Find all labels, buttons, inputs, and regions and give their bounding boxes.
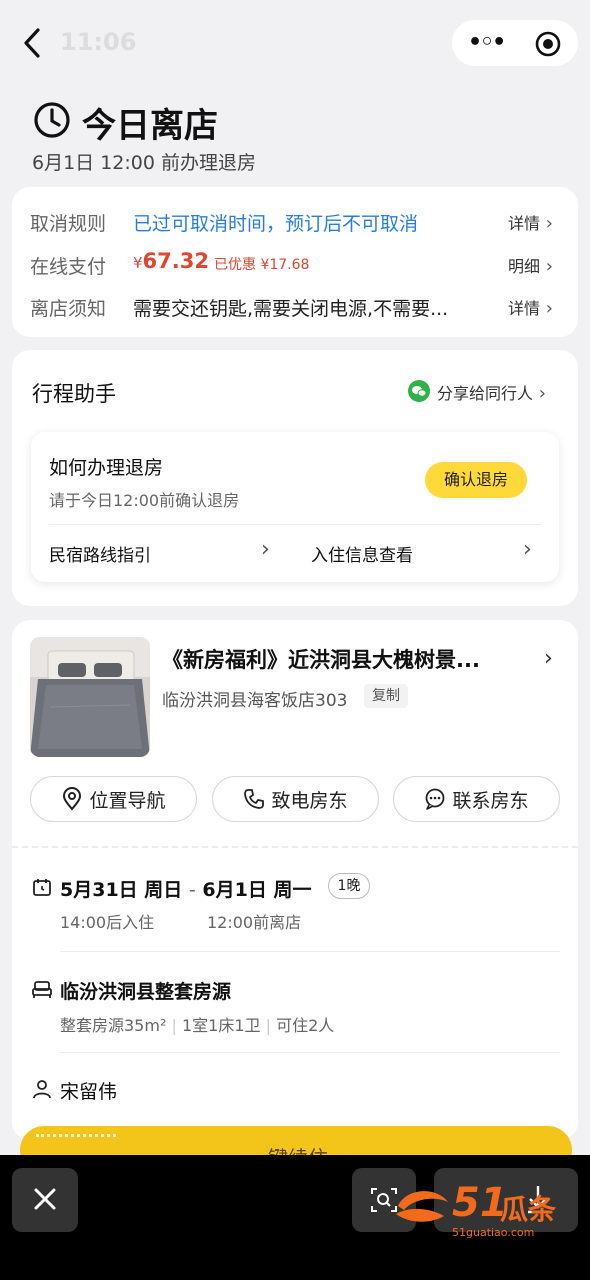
watermark-text: 瓜条 xyxy=(500,1193,557,1226)
checkin-date: 5月31日 周日 xyxy=(60,879,183,901)
share-label: 分享给同行人 xyxy=(437,384,534,403)
status-time: 11:06 xyxy=(60,28,137,56)
phone-icon xyxy=(244,789,265,809)
route-guide-link[interactable]: 民宿路线指引 › xyxy=(49,537,279,566)
confirm-checkout-button[interactable]: 确认退房 xyxy=(425,462,527,498)
share-button[interactable]: 分享给同行人 › xyxy=(437,380,546,404)
divider xyxy=(49,524,541,525)
notice-detail-link[interactable]: 详情 › xyxy=(508,295,553,319)
payment-detail-label: 明细 xyxy=(508,257,541,276)
contact-host-label: 联系房东 xyxy=(452,789,529,812)
divider xyxy=(60,951,560,952)
checkin-time: 14:00后入住 xyxy=(60,913,155,932)
notice-value: 需要交还钥匙,需要关闭电源,不需要... xyxy=(133,298,449,320)
property-name[interactable]: 《新房福利》近洪洞县大槐树景... xyxy=(162,644,480,674)
call-host-label: 致电房东 xyxy=(271,789,348,812)
notice-label: 离店须知 xyxy=(30,298,107,320)
room-capacity: 可住2人 xyxy=(276,1016,335,1035)
back-arrow-icon[interactable] xyxy=(18,26,48,60)
cancel-detail-label: 详情 xyxy=(508,214,541,233)
notice-detail-label: 详情 xyxy=(508,299,541,318)
chevron-right-icon: › xyxy=(261,537,270,562)
contact-host-button[interactable]: 联系房东 xyxy=(393,776,560,822)
close-target-icon[interactable] xyxy=(534,30,562,58)
room-photo[interactable] xyxy=(30,637,150,757)
cancel-rule-label: 取消规则 xyxy=(30,213,107,235)
watermark-logo-icon xyxy=(396,1191,448,1222)
checkin-info-label: 入住信息查看 xyxy=(311,546,413,566)
property-address: 临汾洪洞县海客饭店303 xyxy=(162,691,348,711)
call-host-button[interactable]: 致电房东 xyxy=(212,776,379,822)
assistant-title: 行程助手 xyxy=(32,382,116,406)
copy-button[interactable]: 复制 xyxy=(364,684,408,708)
date-separator: - xyxy=(188,879,196,901)
divider xyxy=(60,1052,560,1053)
room-details: 整套房源35m² | 1室1床1卫 | 可住2人 xyxy=(60,1012,334,1036)
cancel-rule-value: 已过可取消时间，预订后不可取消 xyxy=(133,213,419,235)
page-title: 今日离店 xyxy=(82,106,218,146)
navigate-label: 位置导航 xyxy=(89,789,166,812)
guest-name: 宋留伟 xyxy=(60,1081,118,1103)
location-pin-icon xyxy=(63,787,82,811)
chevron-right-icon: › xyxy=(540,213,553,234)
nights-badge: 1晚 xyxy=(328,873,370,899)
currency-symbol: ¥ xyxy=(133,254,143,272)
calendar-icon xyxy=(33,879,51,896)
chat-bubble-icon xyxy=(426,788,445,810)
checkout-deadline: 6月1日 12:00 前办理退房 xyxy=(32,152,257,174)
discount-text: 已优惠 ¥17.68 xyxy=(214,257,310,273)
more-dots-icon[interactable]: •◦• xyxy=(468,30,506,55)
stay-dates: 5月31日 周日 - 6月1日 周一 xyxy=(60,875,311,902)
separator: | xyxy=(171,1016,182,1035)
checkout-time: 12:00前离店 xyxy=(207,913,302,932)
wechat-icon xyxy=(408,380,430,402)
strip-decoration xyxy=(36,1134,116,1138)
chevron-right-icon[interactable]: › xyxy=(544,646,553,671)
checkout-date: 6月1日 周一 xyxy=(202,879,312,901)
dashed-divider xyxy=(12,846,578,848)
clock-icon xyxy=(34,102,70,138)
navigate-button[interactable]: 位置导航 xyxy=(30,776,197,822)
bed-icon xyxy=(32,981,52,998)
payment-detail-link[interactable]: 明细 › xyxy=(508,253,553,277)
person-icon xyxy=(33,1080,51,1099)
checkout-guide-title: 如何办理退房 xyxy=(49,457,164,479)
separator: | xyxy=(265,1016,277,1035)
cancel-detail-link[interactable]: 详情 › xyxy=(508,210,553,234)
route-guide-label: 民宿路线指引 xyxy=(49,546,151,566)
room-name: 临汾洪洞县整套房源 xyxy=(60,981,232,1003)
close-viewer-button[interactable] xyxy=(12,1168,78,1232)
watermark-url: 51guatiao.com xyxy=(452,1226,535,1239)
price-value: 67.32 xyxy=(142,249,209,273)
chevron-right-icon: › xyxy=(523,537,532,562)
payment-amount: ¥67.32 xyxy=(133,249,209,273)
room-layout: 1室1床1卫 xyxy=(181,1016,261,1035)
chevron-right-icon: › xyxy=(540,298,553,319)
checkin-info-link[interactable]: 入住信息查看 › xyxy=(311,537,541,566)
chevron-right-icon: › xyxy=(533,383,546,404)
checkout-guide-desc: 请于今日12:00前确认退房 xyxy=(49,491,240,510)
chevron-right-icon: › xyxy=(540,256,553,277)
payment-label: 在线支付 xyxy=(30,256,107,278)
room-type: 整套房源35m² xyxy=(60,1016,167,1035)
close-icon xyxy=(34,1188,56,1210)
